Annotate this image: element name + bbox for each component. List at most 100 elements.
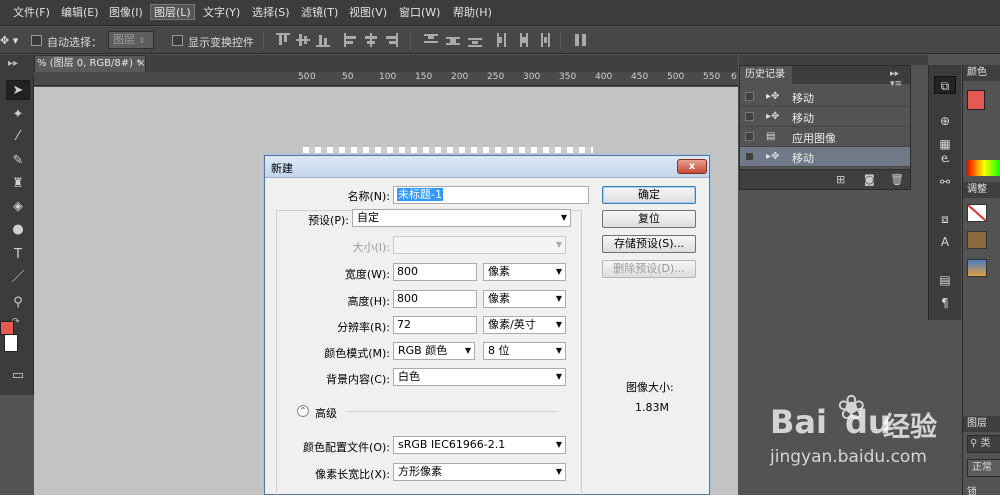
height-input[interactable]: 800 xyxy=(393,290,477,308)
foreground-color-swatch[interactable] xyxy=(967,90,985,110)
paragraph-icon[interactable]: ¶ xyxy=(934,294,956,312)
swap-colors-icon[interactable]: ↷ xyxy=(12,317,20,327)
history-panel-icon[interactable]: ⧉ xyxy=(934,76,956,94)
color-profile-value: sRGB IEC61966-2.1 xyxy=(398,438,506,451)
brushes-icon[interactable]: ⱸ xyxy=(934,149,956,167)
image-size-value: 1.83M xyxy=(635,401,669,414)
history-source-checkbox[interactable] xyxy=(745,92,754,101)
layers-tab[interactable]: 图层 xyxy=(963,416,1000,432)
pixel-aspect-label: 像素长宽比(X): xyxy=(315,468,390,481)
history-source-checkbox[interactable] xyxy=(745,152,754,161)
collapse-arrows-icon[interactable]: ▸▸ xyxy=(8,58,18,69)
menu-image[interactable]: 图像(I) xyxy=(106,5,146,21)
brush-icon[interactable]: ✎ xyxy=(6,151,30,171)
distribute-vcenter-icon[interactable] xyxy=(446,33,460,47)
history-item[interactable]: ▤ 应用图像 xyxy=(740,127,910,147)
distribute-left-icon[interactable] xyxy=(496,33,510,47)
panel-menu-icon[interactable]: ▸▸ ▾≡ xyxy=(890,69,910,89)
history-item[interactable]: ▸✥ 移动 xyxy=(740,87,910,107)
camera-icon[interactable]: ◙ xyxy=(864,173,875,186)
zoom-icon[interactable]: ⚲ xyxy=(6,293,30,313)
reset-button[interactable]: 复位 xyxy=(602,210,696,228)
paint-bucket-icon[interactable]: ◈ xyxy=(6,197,30,217)
menu-help[interactable]: 帮助(H) xyxy=(450,5,495,21)
height-unit-select[interactable]: 像素 ▼ xyxy=(483,290,566,308)
show-transform-checkbox[interactable] xyxy=(172,35,183,46)
align-hcenter-icon[interactable] xyxy=(364,33,378,47)
menu-edit[interactable]: 编辑(E) xyxy=(58,5,102,21)
background-color-swatch[interactable] xyxy=(4,334,18,352)
menu-view[interactable]: 视图(V) xyxy=(346,5,390,21)
notes-icon[interactable]: ▤ xyxy=(934,271,956,289)
menu-layer[interactable]: 图层(L) xyxy=(150,4,195,20)
line-tool-icon[interactable]: ／ xyxy=(6,268,30,288)
brightness-contrast-icon[interactable] xyxy=(967,204,987,222)
menu-filter[interactable]: 滤镜(T) xyxy=(298,5,341,21)
ok-button[interactable]: 确定 xyxy=(602,186,696,204)
pixel-aspect-select[interactable]: 方形像素 ▼ xyxy=(393,463,566,481)
magic-wand-icon[interactable]: ✦ xyxy=(6,105,30,125)
distribute-right-icon[interactable] xyxy=(536,33,550,47)
align-left-icon[interactable] xyxy=(344,33,358,47)
expand-advanced-icon[interactable]: ⌃ xyxy=(297,405,309,417)
preset-select[interactable]: 自定 ▼ xyxy=(352,209,571,227)
gradient-map-icon[interactable] xyxy=(967,259,987,277)
align-bottom-icon[interactable] xyxy=(316,33,330,47)
clone-stamp-icon[interactable]: ♜ xyxy=(6,174,30,194)
properties-icon[interactable]: ⊕ xyxy=(934,112,956,130)
auto-select-checkbox[interactable] xyxy=(31,35,42,46)
bit-depth-select[interactable]: 8 位 ▼ xyxy=(483,342,566,360)
color-ramp[interactable] xyxy=(967,160,1000,176)
blend-mode-dropdown[interactable]: 正常 xyxy=(967,459,1000,477)
color-profile-select[interactable]: sRGB IEC61966-2.1 ▼ xyxy=(393,436,566,454)
color-tab[interactable]: 颜色 xyxy=(963,65,1000,81)
move-tool-icon[interactable]: ➤ xyxy=(6,80,30,100)
character-icon[interactable]: A xyxy=(934,233,956,251)
layer-filter-kind[interactable]: ⚲ 类 xyxy=(967,435,1000,453)
save-preset-button[interactable]: 存储预设(S)... xyxy=(602,235,696,253)
toolbox-header: ▸▸ xyxy=(0,55,34,77)
show-transform-label: 显示变换控件 xyxy=(188,36,254,49)
close-tab-icon[interactable]: × xyxy=(137,56,145,72)
menu-select[interactable]: 选择(S) xyxy=(249,5,293,21)
align-right-icon[interactable] xyxy=(384,33,398,47)
distribute-hcenter-icon[interactable] xyxy=(516,33,530,47)
history-source-checkbox[interactable] xyxy=(745,132,754,141)
eyedropper-icon[interactable]: ⁄ xyxy=(6,127,30,147)
resolution-unit-select[interactable]: 像素/英寸 ▼ xyxy=(483,316,566,334)
dialog-titlebar[interactable]: 新建 x xyxy=(265,156,709,178)
menu-file[interactable]: 文件(F) xyxy=(10,5,53,21)
dodge-icon[interactable]: ● xyxy=(6,220,30,240)
brush-presets-icon[interactable]: ⚯ xyxy=(934,173,956,191)
menu-window[interactable]: 窗口(W) xyxy=(396,5,443,21)
resolution-input[interactable]: 72 xyxy=(393,316,477,334)
auto-align-icon[interactable] xyxy=(574,33,588,47)
levels-icon[interactable] xyxy=(967,231,987,249)
history-item[interactable]: ▸✥ 移动 xyxy=(740,107,910,127)
width-input[interactable]: 800 xyxy=(393,263,477,281)
history-source-checkbox[interactable] xyxy=(745,112,754,121)
trash-icon[interactable]: 🗑 xyxy=(890,173,904,186)
adjustments-tab[interactable]: 调整 xyxy=(963,182,1000,198)
distribute-top-icon[interactable] xyxy=(424,33,438,47)
document-tab[interactable]: % (图层 0, RGB/8#) * × xyxy=(34,55,146,72)
distribute-bottom-icon[interactable] xyxy=(468,33,482,47)
background-contents-select[interactable]: 白色 ▼ xyxy=(393,368,566,386)
width-unit-select[interactable]: 像素 ▼ xyxy=(483,263,566,281)
clone-source-icon[interactable]: ⧈ xyxy=(934,210,956,228)
align-top-icon[interactable] xyxy=(276,33,290,47)
align-vcenter-icon[interactable] xyxy=(296,33,310,47)
history-item-current[interactable]: ▸✥ 移动 xyxy=(740,147,910,167)
name-input[interactable]: 未标题-1 xyxy=(393,186,589,204)
color-mode-select[interactable]: RGB 颜色 ▼ xyxy=(393,342,475,360)
auto-select-dropdown[interactable]: 图层 ⇕ xyxy=(108,31,154,49)
size-label: 大小(I): xyxy=(352,241,390,254)
history-tab[interactable]: 历史记录 xyxy=(740,66,792,84)
dialog-close-button[interactable]: x xyxy=(677,159,707,174)
resolution-unit-value: 像素/英寸 xyxy=(488,318,536,331)
screen-mode-icon[interactable]: ▭ xyxy=(6,366,30,386)
move-tool-icon[interactable]: ✥ ▾ xyxy=(0,34,18,47)
type-tool-icon[interactable]: T xyxy=(6,245,30,265)
new-document-from-state-icon[interactable]: ⊞ xyxy=(836,173,845,186)
menu-type[interactable]: 文字(Y) xyxy=(200,5,243,21)
